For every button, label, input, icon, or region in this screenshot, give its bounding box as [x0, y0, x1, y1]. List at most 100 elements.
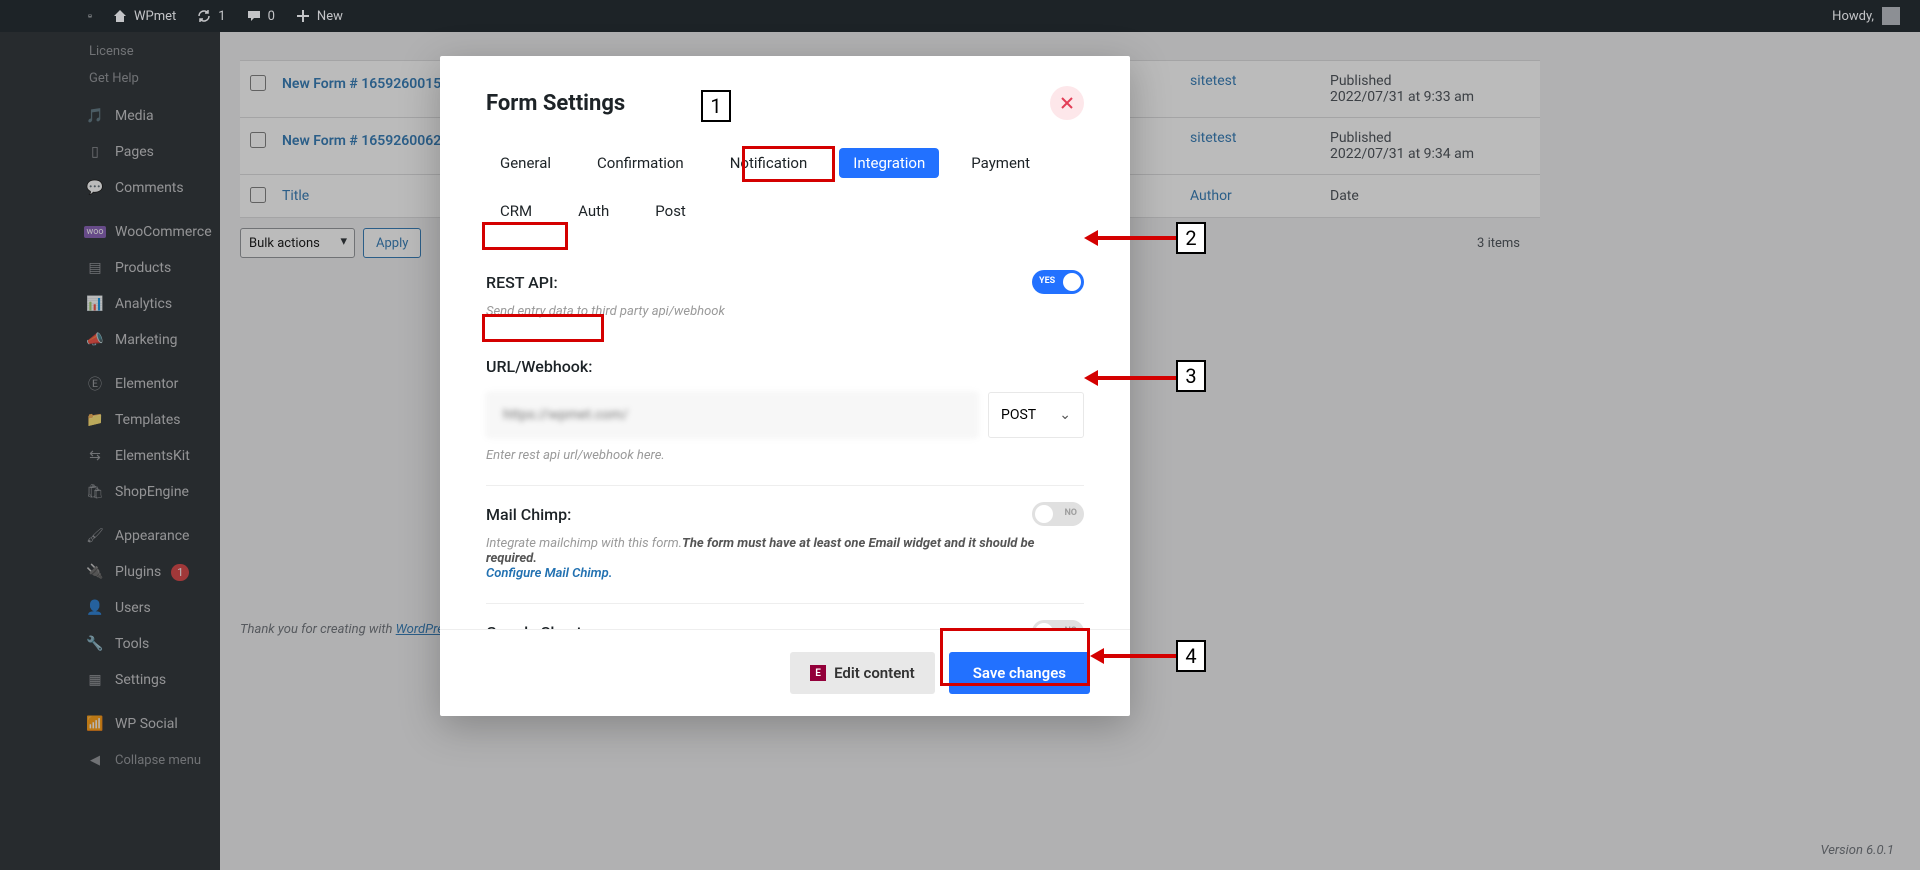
- tab-confirmation[interactable]: Confirmation: [583, 148, 698, 178]
- updates-count: 1: [218, 9, 225, 24]
- avatar: [1882, 7, 1900, 25]
- row-checkbox[interactable]: [250, 132, 266, 148]
- google-sheet-toggle[interactable]: NO: [1032, 620, 1084, 629]
- users-icon: 👤: [85, 598, 105, 618]
- comments-link[interactable]: 0: [238, 0, 283, 32]
- save-changes-button[interactable]: Save changes: [949, 652, 1090, 694]
- pages-icon: ▯: [85, 142, 105, 162]
- sidebar-item-tools[interactable]: 🔧Tools: [75, 626, 220, 662]
- wp-logo[interactable]: [80, 6, 100, 26]
- new-link[interactable]: New: [287, 0, 351, 32]
- appearance-icon: 🖌: [85, 526, 105, 546]
- method-value: POST: [1001, 407, 1036, 423]
- sidebar-item-elementskit[interactable]: ⇆ElementsKit: [75, 438, 220, 474]
- toggle-off-text: NO: [1064, 508, 1077, 518]
- sidebar-item-plugins[interactable]: 🔌Plugins1: [75, 554, 220, 590]
- version-text: Version 6.0.1: [1820, 843, 1894, 858]
- toggle-off-text: NO: [1064, 626, 1077, 629]
- home-icon: [112, 8, 128, 24]
- plugins-icon: 🔌: [85, 562, 105, 582]
- col-author[interactable]: Author: [1190, 188, 1330, 204]
- plus-icon: [295, 8, 311, 24]
- apply-button[interactable]: Apply: [363, 228, 421, 258]
- marketing-icon: 📣: [85, 330, 105, 350]
- settings-icon: ▦: [85, 670, 105, 690]
- sidebar-item-woocommerce[interactable]: wooWooCommerce: [75, 214, 220, 250]
- modal-close-button[interactable]: [1050, 86, 1084, 120]
- site-name-link[interactable]: WPmet: [104, 0, 184, 32]
- annotation-number-4: 4: [1176, 640, 1206, 672]
- sidebar-item-templates[interactable]: 📁Templates: [75, 402, 220, 438]
- mailchimp-help: Integrate mailchimp with this form.The f…: [486, 536, 1084, 581]
- tab-notification[interactable]: Notification: [716, 148, 822, 178]
- tab-integration[interactable]: Integration: [839, 148, 939, 178]
- annotation-number-2: 2: [1176, 222, 1206, 254]
- sidebar-item-shopengine[interactable]: 🛍ShopEngine: [75, 474, 220, 510]
- sidebar-item-media[interactable]: 🎵Media: [75, 98, 220, 134]
- sidebar-item-analytics[interactable]: 📊Analytics: [75, 286, 220, 322]
- tab-payment[interactable]: Payment: [957, 148, 1044, 178]
- mailchimp-toggle[interactable]: NO: [1032, 502, 1084, 526]
- products-icon: ▤: [85, 258, 105, 278]
- rest-api-toggle[interactable]: YES: [1032, 270, 1084, 294]
- row-checkbox[interactable]: [250, 75, 266, 91]
- toggle-knob: [1063, 273, 1081, 291]
- collapse-icon: ◀: [85, 750, 105, 770]
- rest-api-help: Send entry data to third party api/webho…: [486, 304, 1084, 319]
- sidebar-sub-help[interactable]: Get Help: [75, 65, 220, 92]
- admin-bar: WPmet 1 0 New Howdy,: [0, 0, 1920, 32]
- account-link[interactable]: Howdy,: [1832, 7, 1910, 25]
- annotation-arrow-4: [1104, 654, 1176, 658]
- items-count: 3 items: [1477, 236, 1520, 251]
- http-method-select[interactable]: POST ⌄: [988, 392, 1084, 438]
- update-icon: [196, 8, 212, 24]
- wpsocial-icon: 📶: [85, 714, 105, 734]
- elementor-icon: E: [810, 665, 826, 681]
- sidebar-item-pages[interactable]: ▯Pages: [75, 134, 220, 170]
- sidebar-item-comments[interactable]: 💬Comments: [75, 170, 220, 206]
- tab-general[interactable]: General: [486, 148, 565, 178]
- sidebar-item-appearance[interactable]: 🖌Appearance: [75, 518, 220, 554]
- collapse-menu[interactable]: ◀Collapse menu: [75, 742, 220, 778]
- col-date[interactable]: Date: [1330, 188, 1530, 204]
- templates-icon: 📁: [85, 410, 105, 430]
- select-all-checkbox[interactable]: [250, 187, 266, 203]
- modal-footer: E Edit content Save changes: [440, 629, 1130, 716]
- annotation-arrow-2: [1098, 236, 1176, 240]
- sidebar-item-elementor[interactable]: ⒺElementor: [75, 366, 220, 402]
- tools-icon: 🔧: [85, 634, 105, 654]
- bulk-actions-select[interactable]: Bulk actions: [240, 228, 355, 258]
- howdy-text: Howdy,: [1832, 9, 1874, 24]
- admin-sidebar: License Get Help 🎵Media ▯Pages 💬Comments…: [0, 32, 220, 870]
- row-author[interactable]: sitetest: [1190, 130, 1330, 146]
- mailchimp-label: Mail Chimp:: [486, 505, 571, 524]
- row-title-link[interactable]: New Form # 1659260015: [282, 76, 441, 92]
- sidebar-item-settings[interactable]: ▦Settings: [75, 662, 220, 698]
- toggle-knob: [1035, 623, 1053, 629]
- webhook-url-input[interactable]: [486, 392, 978, 438]
- comment-icon: [246, 8, 262, 24]
- tab-crm[interactable]: CRM: [486, 196, 546, 226]
- configure-mailchimp-link[interactable]: Configure Mail Chimp.: [486, 566, 612, 581]
- row-author[interactable]: sitetest: [1190, 73, 1330, 89]
- annotation-number-3: 3: [1176, 360, 1206, 392]
- comments-count: 0: [268, 9, 275, 24]
- sidebar-item-users[interactable]: 👤Users: [75, 590, 220, 626]
- sidebar-item-products[interactable]: ▤Products: [75, 250, 220, 286]
- edit-content-button[interactable]: E Edit content: [790, 652, 935, 694]
- sidebar-item-wpsocial[interactable]: 📶WP Social: [75, 706, 220, 742]
- sidebar-item-marketing[interactable]: 📣Marketing: [75, 322, 220, 358]
- modal-title: Form Settings: [486, 91, 625, 116]
- ekit-icon: ⇆: [85, 446, 105, 466]
- toggle-knob: [1035, 505, 1053, 523]
- media-icon: 🎵: [85, 106, 105, 126]
- site-name: WPmet: [134, 9, 176, 24]
- chevron-down-icon: ⌄: [1059, 407, 1071, 423]
- sidebar-sub-license[interactable]: License: [75, 38, 220, 65]
- updates-link[interactable]: 1: [188, 0, 233, 32]
- row-title-link[interactable]: New Form # 1659260062: [282, 133, 441, 149]
- toggle-on-text: YES: [1039, 276, 1055, 286]
- tab-auth[interactable]: Auth: [564, 196, 623, 226]
- woo-icon: woo: [85, 222, 105, 242]
- tab-post[interactable]: Post: [641, 196, 700, 226]
